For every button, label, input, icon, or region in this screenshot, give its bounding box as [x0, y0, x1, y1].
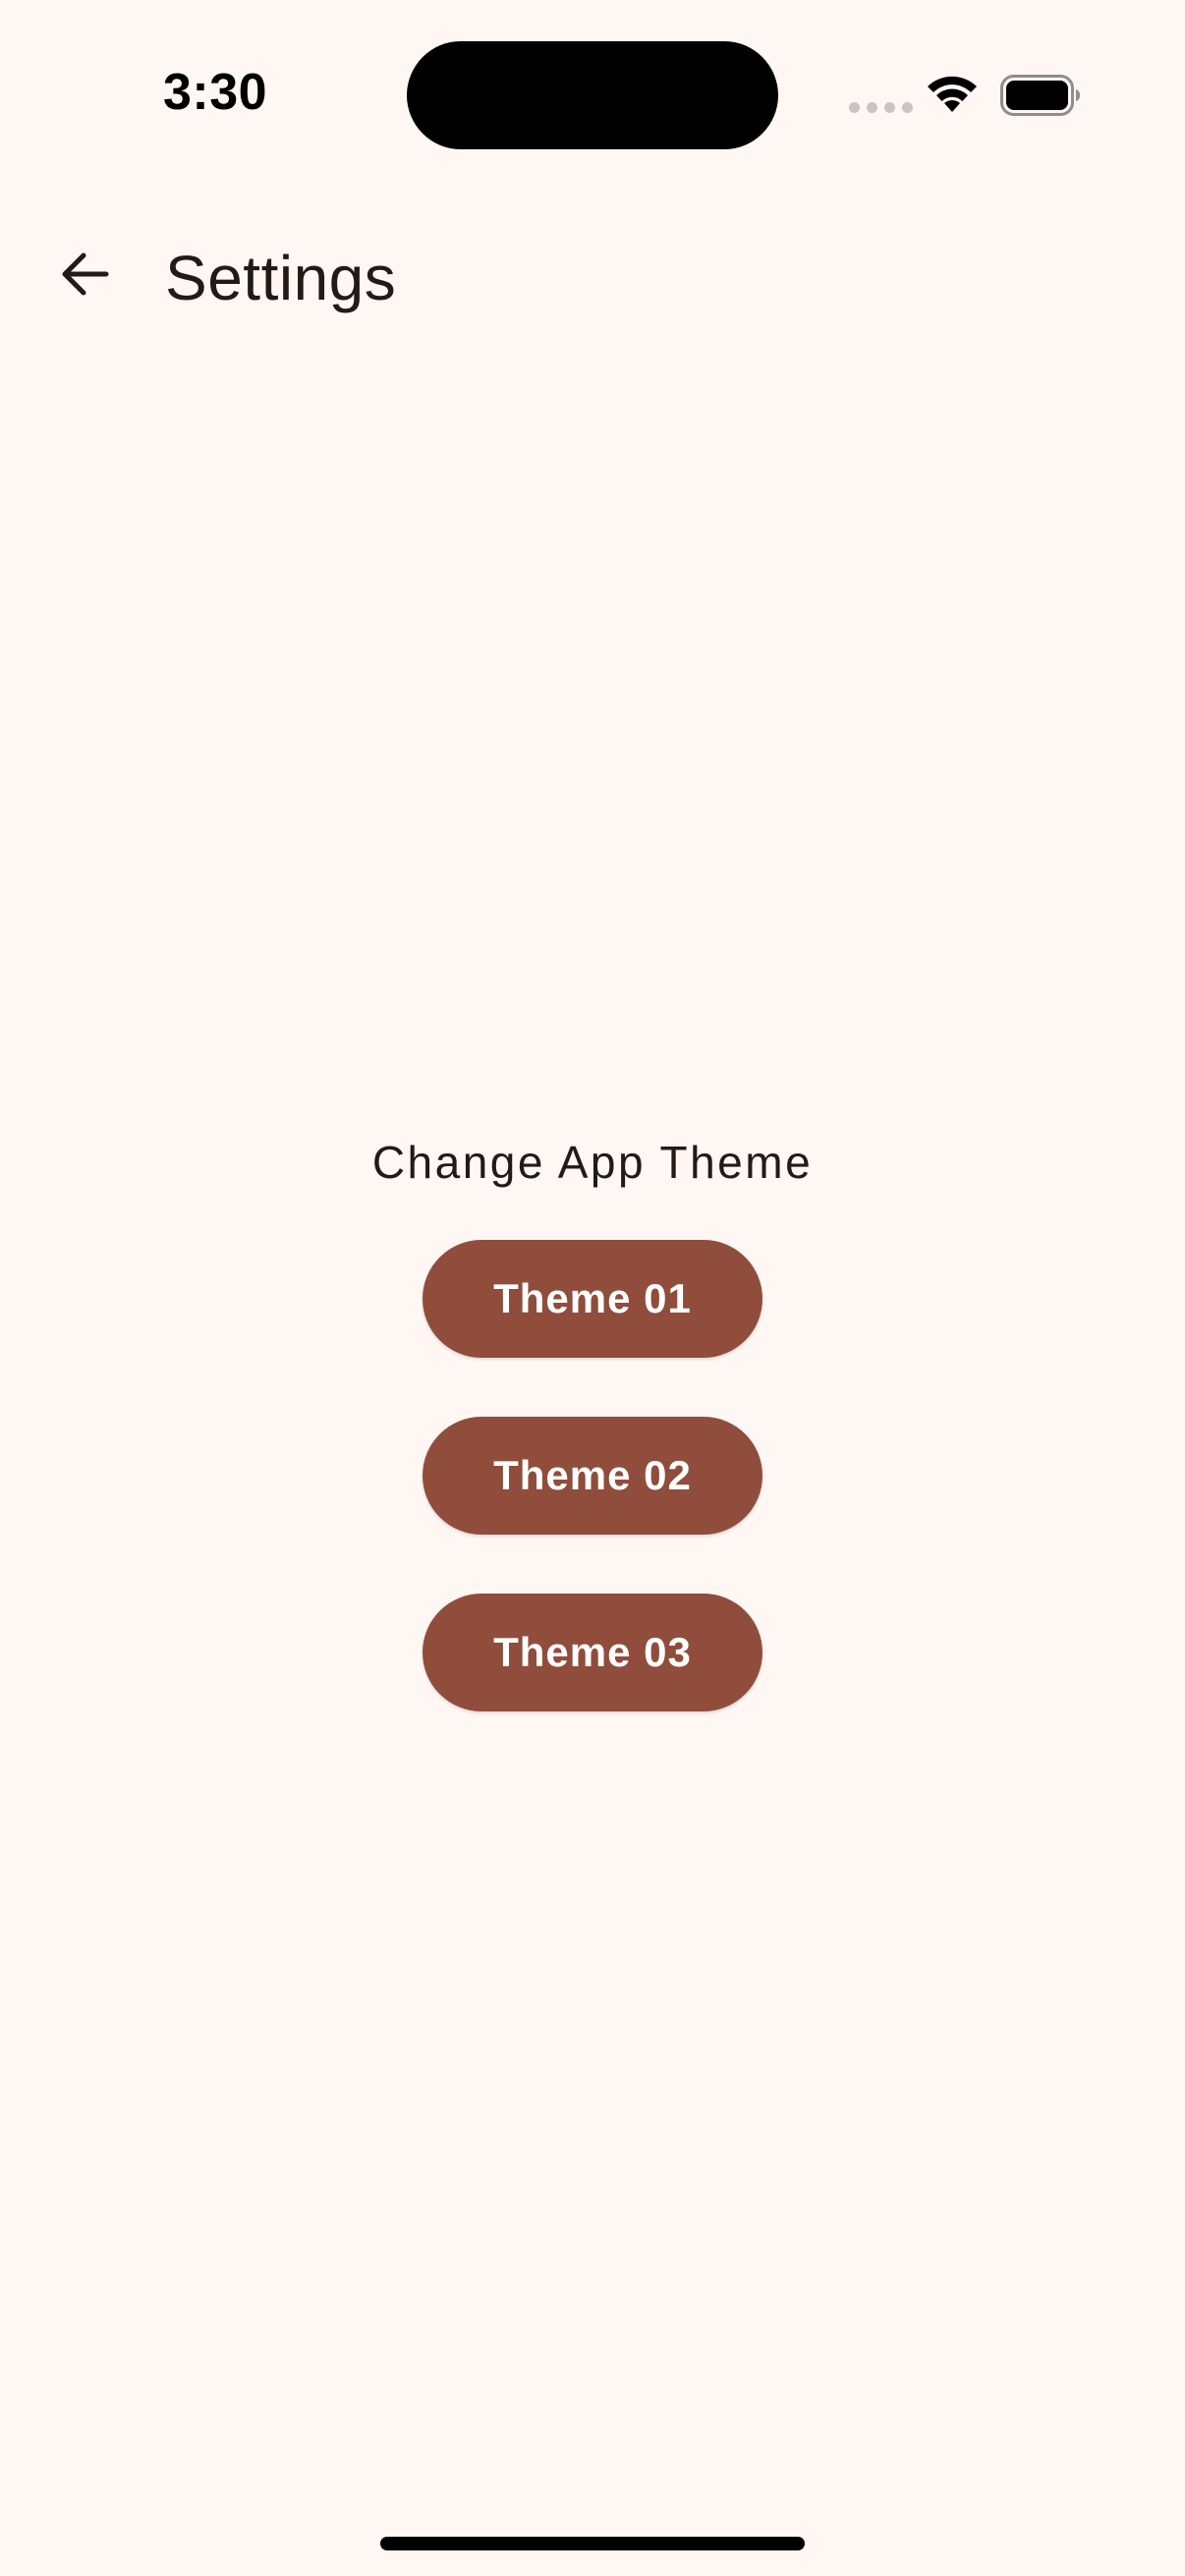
change-theme-label: Change App Theme	[371, 1137, 814, 1188]
cellular-signal-icon	[849, 102, 913, 113]
page-title: Settings	[165, 243, 397, 313]
theme-01-button[interactable]: Theme 01	[423, 1240, 762, 1358]
theme-02-button[interactable]: Theme 02	[423, 1417, 762, 1535]
battery-icon	[1000, 75, 1080, 116]
theme-03-button[interactable]: Theme 03	[423, 1594, 762, 1711]
home-indicator[interactable]	[380, 2537, 805, 2550]
wifi-icon	[928, 76, 977, 112]
status-bar-time: 3:30	[163, 64, 268, 121]
theme-section: Change App Theme Theme 01 Theme 02 Theme…	[0, 1130, 1185, 1770]
arrow-left-icon	[62, 252, 109, 296]
dynamic-island	[407, 41, 778, 149]
back-button[interactable]	[41, 232, 126, 316]
